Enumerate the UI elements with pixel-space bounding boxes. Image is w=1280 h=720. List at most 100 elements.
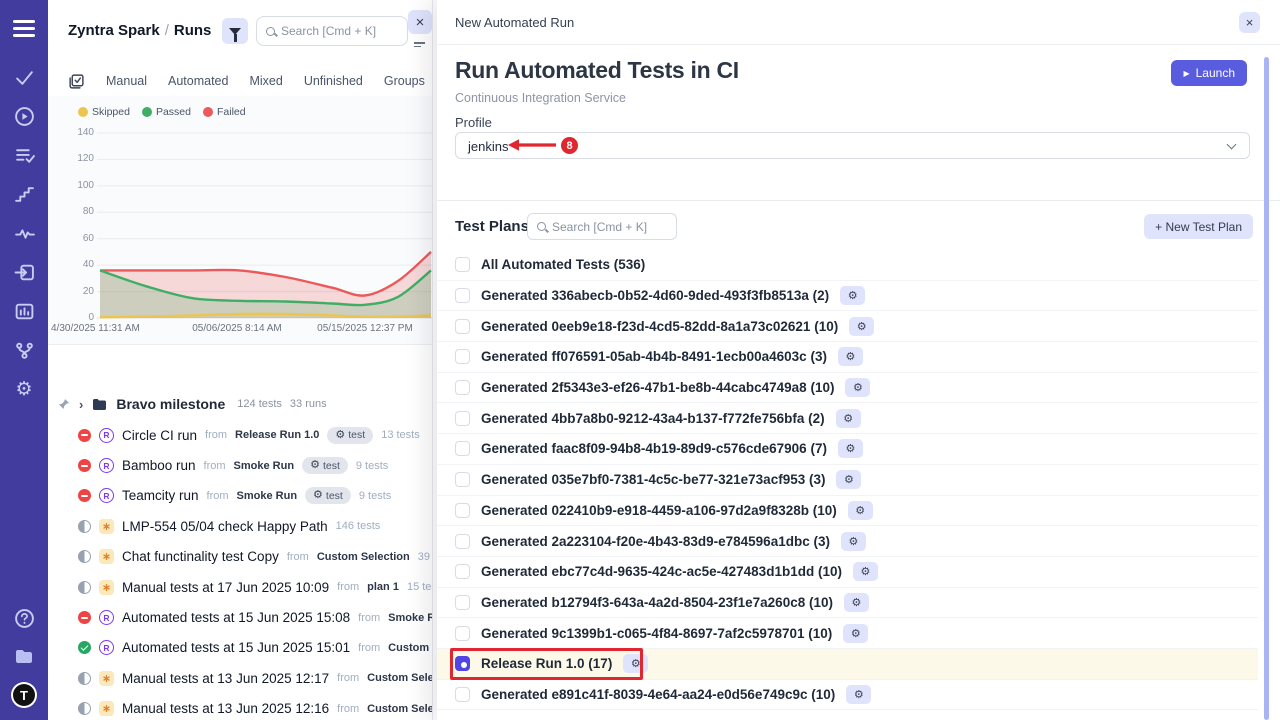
help-icon[interactable] xyxy=(14,608,35,629)
panel-close-button[interactable]: × xyxy=(1239,12,1260,33)
plan-label: Generated 9c1399b1-c065-4f84-8697-7af2c5… xyxy=(481,626,832,641)
breadcrumb-project[interactable]: Zyntra Spark xyxy=(68,22,160,39)
run-title: Automated tests at 15 Jun 2025 15:08 xyxy=(122,610,350,625)
plan-checkbox[interactable] xyxy=(455,626,470,641)
plan-checkbox[interactable] xyxy=(455,349,470,364)
plan-checkbox[interactable] xyxy=(455,441,470,456)
tab-mixed[interactable]: Mixed xyxy=(249,74,282,88)
run-row[interactable]: ∗Manual tests at 13 Jun 2025 12:16fromCu… xyxy=(48,694,432,720)
app-logo[interactable]: T xyxy=(11,682,37,708)
test-plan-row[interactable]: Generated 2a223104-f20e-4b43-83d9-e78459… xyxy=(437,526,1258,557)
run-from-label: from xyxy=(287,551,309,563)
plan-settings-button[interactable]: ⚙ xyxy=(838,347,863,366)
test-plan-row[interactable]: Generated e891c41f-8039-4e64-aa24-e0d56e… xyxy=(437,680,1258,711)
tests-check-icon[interactable] xyxy=(14,67,35,88)
run-row[interactable]: ∗LMP-554 05/04 check Happy Path146 tests xyxy=(48,511,432,541)
plan-checkbox[interactable] xyxy=(455,319,470,334)
plan-checkbox[interactable] xyxy=(455,564,470,579)
plan-checkbox[interactable] xyxy=(455,687,470,702)
test-plan-row[interactable]: Generated b12794f3-643a-4a2d-8504-23f1e7… xyxy=(437,588,1258,619)
test-plan-row[interactable]: Generated 9c1399b1-c065-4f84-8697-7af2c5… xyxy=(437,618,1258,649)
run-row[interactable]: ∗Manual tests at 13 Jun 2025 12:17fromCu… xyxy=(48,663,432,693)
run-row[interactable]: RCircle CI runfromRelease Run 1.0⚙test13… xyxy=(48,420,432,450)
breadcrumb-page[interactable]: Runs xyxy=(174,22,212,39)
runs-play-circle-icon[interactable] xyxy=(14,106,35,127)
chevron-down-icon xyxy=(1227,140,1237,150)
tab-automated[interactable]: Automated xyxy=(168,74,228,88)
tab-manual[interactable]: Manual xyxy=(106,74,147,88)
plan-checkbox[interactable] xyxy=(455,257,470,272)
test-plan-row[interactable]: Generated 336abecb-0b52-4d60-9ded-493f3f… xyxy=(437,281,1258,312)
plan-settings-button[interactable]: ⚙ xyxy=(840,286,865,305)
run-row[interactable]: ∗Manual tests at 17 Jun 2025 10:09frompl… xyxy=(48,572,432,602)
test-plan-row[interactable]: Generated 4bb7a8b0-9212-43a4-b137-f772fe… xyxy=(437,403,1258,434)
filter-button[interactable] xyxy=(222,18,248,44)
plan-checkbox[interactable] xyxy=(455,380,470,395)
plan-checkbox[interactable] xyxy=(455,411,470,426)
milestones-steps-icon[interactable] xyxy=(14,184,35,205)
run-row[interactable]: RAutomated tests at 15 Jun 2025 15:01fro… xyxy=(48,633,432,663)
plan-settings-button[interactable]: ⚙ xyxy=(836,470,861,489)
plan-checkbox[interactable] xyxy=(455,472,470,487)
panel-close-button[interactable]: × xyxy=(408,10,432,34)
plan-settings-button[interactable]: ⚙ xyxy=(841,532,866,551)
plan-settings-button[interactable]: ⚙ xyxy=(843,624,868,643)
test-plan-row[interactable]: Generated 0eeb9e18-f23d-4cd5-82dd-8a1a73… xyxy=(437,311,1258,342)
plan-checkbox[interactable] xyxy=(455,595,470,610)
plan-label: Generated faac8f09-94b8-4b19-89d9-c576cd… xyxy=(481,441,827,456)
plan-settings-button[interactable]: ⚙ xyxy=(849,317,874,336)
plans-list-check-icon[interactable] xyxy=(14,145,35,166)
analytics-pulse-icon[interactable] xyxy=(14,223,35,244)
tab-unfinished[interactable]: Unfinished xyxy=(304,74,363,88)
run-row[interactable]: ∗Chat functinality test CopyfromCustom S… xyxy=(48,542,432,572)
select-all-icon[interactable] xyxy=(68,73,85,90)
branches-icon[interactable] xyxy=(14,340,35,361)
test-plan-row[interactable]: Generated 022410b9-e918-4459-a106-97d2a9… xyxy=(437,496,1258,527)
run-row[interactable]: RAutomated tests at 15 Jun 2025 15:08fro… xyxy=(48,602,432,632)
test-plan-list: All Automated Tests (536)Generated 336ab… xyxy=(437,250,1258,710)
plan-checkbox[interactable] xyxy=(455,656,470,671)
projects-folder-icon[interactable] xyxy=(13,645,35,666)
manual-run-icon: ∗ xyxy=(99,671,114,686)
reports-bar-chart-icon[interactable] xyxy=(14,301,35,322)
manual-run-icon: ∗ xyxy=(99,580,114,595)
test-plan-row[interactable]: Generated 2f5343e3-ef26-47b1-be8b-44cabc… xyxy=(437,373,1258,404)
blocked-status-icon xyxy=(78,489,91,502)
partial-status-icon xyxy=(78,520,91,533)
manual-run-icon: ∗ xyxy=(99,549,114,564)
milestone-row[interactable]: › Bravo milestone 124 tests 33 runs xyxy=(48,391,433,417)
test-plan-row[interactable]: Generated ebc77c4d-9635-424c-ac5e-427483… xyxy=(437,557,1258,588)
test-plan-row[interactable]: Release Run 1.0 (17)⚙ xyxy=(437,649,1258,680)
launch-button[interactable]: ▶ Launch xyxy=(1171,60,1247,86)
run-row[interactable]: RBamboo runfromSmoke Run⚙test9 tests xyxy=(48,450,432,480)
plan-checkbox[interactable] xyxy=(455,288,470,303)
plan-settings-button[interactable]: ⚙ xyxy=(844,593,869,612)
test-plans-search[interactable] xyxy=(527,213,677,240)
plan-checkbox[interactable] xyxy=(455,534,470,549)
plan-settings-button[interactable]: ⚙ xyxy=(836,409,861,428)
plan-settings-button[interactable]: ⚙ xyxy=(853,562,878,581)
scrollbar[interactable] xyxy=(1264,57,1269,720)
plan-settings-button[interactable]: ⚙ xyxy=(838,439,863,458)
tab-groups[interactable]: Groups xyxy=(384,74,425,88)
settings-gear-icon[interactable]: ⚙ xyxy=(15,379,32,400)
runs-search-input[interactable] xyxy=(281,24,398,38)
plan-settings-button[interactable]: ⚙ xyxy=(845,378,870,397)
runs-search[interactable] xyxy=(256,16,408,46)
plan-settings-button[interactable]: ⚙ xyxy=(848,501,873,520)
run-row[interactable]: RTeamcity runfromSmoke Run⚙test9 tests xyxy=(48,481,432,511)
pin-icon[interactable] xyxy=(58,398,70,410)
plan-settings-button[interactable]: ⚙ xyxy=(846,685,871,704)
menu-icon[interactable] xyxy=(13,16,35,41)
plan-checkbox[interactable] xyxy=(455,503,470,518)
test-plan-row[interactable]: Generated 035e7bf0-7381-4c5c-be77-321e73… xyxy=(437,465,1258,496)
test-plan-row[interactable]: Generated faac8f09-94b8-4b19-89d9-c576cd… xyxy=(437,434,1258,465)
app-sidebar: ⚙ T xyxy=(0,0,48,720)
test-plan-row[interactable]: All Automated Tests (536) xyxy=(437,250,1258,281)
expand-chevron-icon[interactable]: › xyxy=(79,397,83,412)
import-icon[interactable] xyxy=(14,262,35,283)
new-test-plan-button[interactable]: + New Test Plan xyxy=(1144,214,1253,239)
test-plan-row[interactable]: Generated ff076591-05ab-4b4b-8491-1ecb00… xyxy=(437,342,1258,373)
plan-settings-button[interactable]: ⚙ xyxy=(623,654,648,673)
test-plans-search-input[interactable] xyxy=(552,220,667,234)
